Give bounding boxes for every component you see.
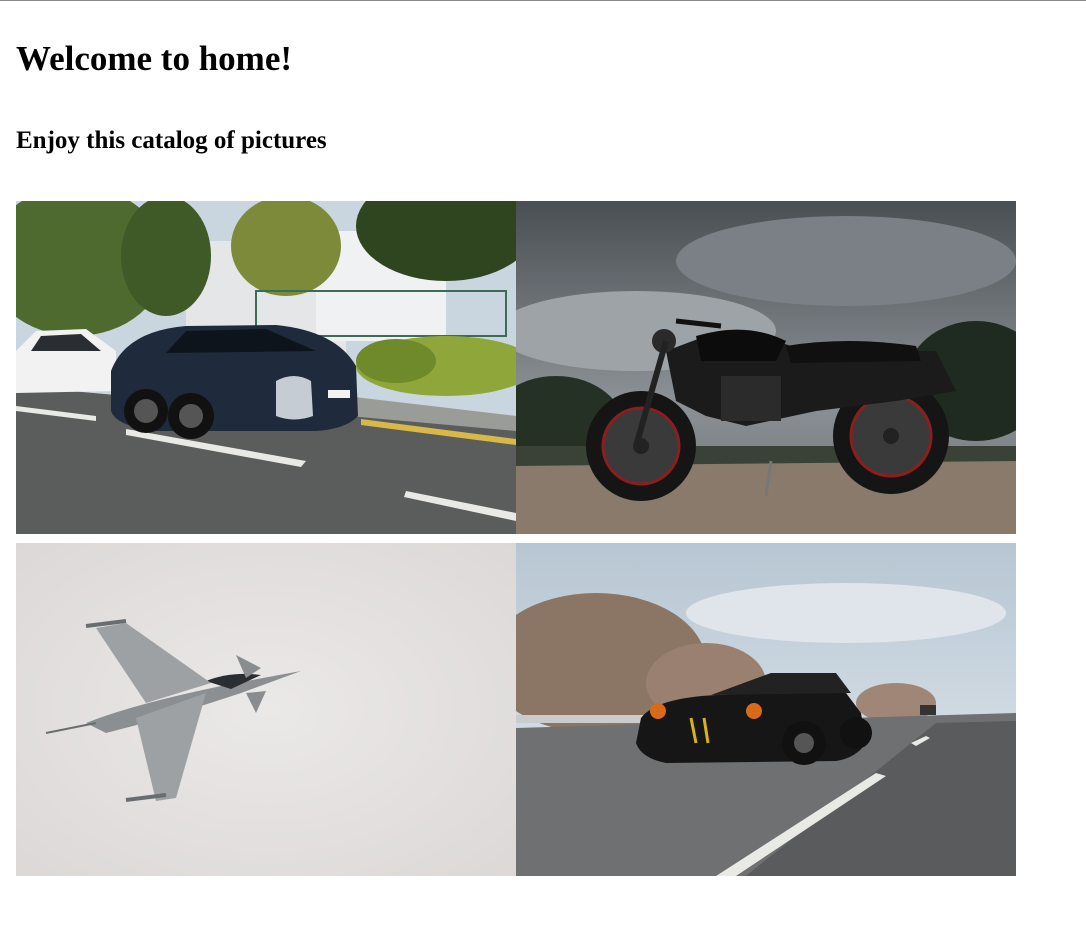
page-subtitle: Enjoy this catalog of pictures (16, 127, 327, 154)
gallery-photo-motorcycle[interactable] (516, 201, 1016, 534)
gallery-photo-sports-car[interactable] (16, 201, 516, 534)
gallery-photo-muscle-car[interactable] (516, 543, 1016, 876)
page-title: Welcome to home! (16, 39, 293, 78)
top-border (0, 0, 1086, 1)
gallery-photo-fighter-jet[interactable] (16, 543, 516, 876)
